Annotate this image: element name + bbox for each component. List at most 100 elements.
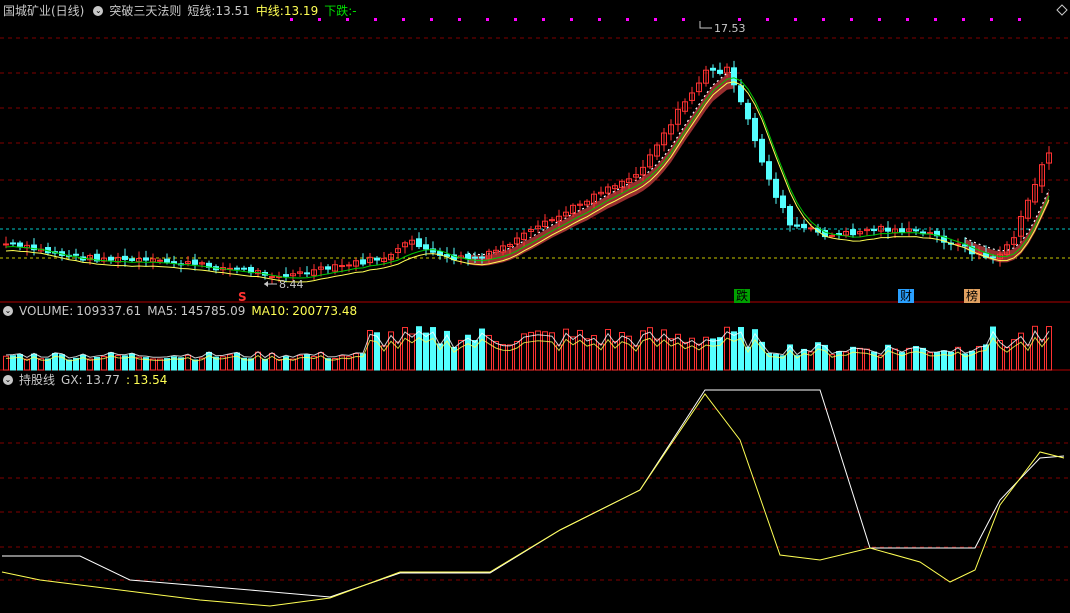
- candle-body: [241, 267, 247, 270]
- signal-dot: [934, 18, 937, 21]
- trend-band: [467, 71, 1050, 266]
- volume-label: VOLUME:: [19, 304, 74, 318]
- candle-body: [108, 256, 114, 261]
- volume-bar: [528, 331, 534, 371]
- candle-body: [360, 259, 366, 265]
- ma10-value: 200773.48: [292, 304, 358, 318]
- candle-body: [283, 274, 289, 277]
- high-annotation: 17.53: [699, 21, 746, 35]
- signal-dot: [654, 18, 657, 21]
- indicator-name[interactable]: 突破三天法则: [109, 3, 181, 19]
- candle-body: [836, 233, 842, 236]
- volume-bar: [206, 351, 212, 371]
- signal-dot: [430, 18, 433, 21]
- yellow-ma-line: [5, 81, 1050, 283]
- candle-body: [129, 258, 135, 261]
- low-price-label: 8.44: [279, 278, 304, 291]
- candle-body: [787, 206, 793, 226]
- ma10-label: MA10:: [251, 304, 290, 318]
- candle-body: [885, 227, 891, 232]
- candle-body: [850, 229, 856, 236]
- signal-dot: [850, 18, 853, 21]
- volume-bar: [731, 331, 737, 371]
- volume-bar: [542, 331, 548, 371]
- gx-separator: :: [125, 373, 130, 387]
- candle-body: [717, 69, 723, 74]
- signal-dot: [374, 18, 377, 21]
- candle-body: [339, 265, 345, 268]
- signal-dot: [990, 18, 993, 21]
- volume-bar: [836, 351, 842, 371]
- volume-bar: [822, 344, 828, 371]
- candle-body: [759, 138, 765, 163]
- candle-body: [423, 244, 429, 250]
- volume-bar: [423, 332, 429, 371]
- signal-dot: [486, 18, 489, 21]
- volume-bar: [976, 345, 982, 371]
- gx-label: GX:: [61, 373, 83, 387]
- settings-icon[interactable]: ⌄: [93, 6, 104, 16]
- ma5-value: 145785.09: [180, 304, 246, 318]
- volume-bar: [255, 351, 261, 371]
- volume-bar: [668, 338, 674, 371]
- candle-body: [73, 253, 79, 256]
- signal-dot: [962, 18, 965, 21]
- candle-body: [794, 224, 800, 227]
- volume-bar: [983, 344, 989, 371]
- short-label: 短线:: [187, 4, 216, 18]
- candle-body: [766, 161, 772, 180]
- volume-bar: [801, 348, 807, 371]
- cai-tag: 财: [898, 289, 915, 303]
- gx-settings-icon[interactable]: ⌄: [3, 375, 13, 385]
- volume-bars: [3, 325, 1052, 371]
- candle-body: [773, 178, 779, 198]
- candle-body: [3, 243, 9, 246]
- volume-bar: [367, 329, 373, 371]
- candle-body: [17, 242, 23, 247]
- signal-dot: [822, 18, 825, 21]
- die-tag: 跌: [734, 289, 751, 303]
- down-value: -: [352, 4, 357, 18]
- candle-body: [269, 276, 275, 279]
- candle-body: [346, 264, 352, 267]
- signal-dot: [766, 18, 769, 21]
- volume-bar: [710, 338, 716, 371]
- volume-header: ⌄ VOLUME: 109337.61 MA5: 145785.09 MA10:…: [0, 303, 363, 319]
- candle-body: [325, 266, 331, 270]
- short-value: 13.51: [215, 4, 250, 18]
- gx-white-line: [2, 389, 1065, 598]
- diamond-icon[interactable]: [1056, 4, 1068, 16]
- volume-bar: [682, 341, 688, 371]
- volume-bar: [955, 346, 961, 371]
- gx-name: 持股线: [19, 373, 56, 387]
- volume-settings-icon[interactable]: ⌄: [3, 306, 13, 316]
- gx-lines: [1, 389, 1065, 607]
- candle-body: [122, 255, 128, 260]
- volume-bar: [514, 340, 520, 371]
- volume-bar: [318, 352, 324, 371]
- volume-bar: [703, 336, 709, 371]
- volume-bar: [430, 327, 436, 371]
- candle-body: [164, 258, 170, 263]
- candle-body: [143, 257, 149, 261]
- volume-bar: [1011, 339, 1017, 371]
- signal-dot: [794, 18, 797, 21]
- signal-dot: [626, 18, 629, 21]
- candle-body: [745, 102, 751, 120]
- signal-dot: [906, 18, 909, 21]
- trend-band-area: [468, 72, 734, 266]
- candle-body: [752, 117, 758, 142]
- signal-dot: [1018, 18, 1021, 21]
- signal-dot: [598, 18, 601, 21]
- stock-title[interactable]: 国城矿业(日线): [3, 3, 84, 19]
- volume-bar: [920, 347, 926, 371]
- signal-dot: [514, 18, 517, 21]
- candle-body: [899, 228, 905, 233]
- volume-bar: [941, 350, 947, 371]
- signal-dot: [878, 18, 881, 21]
- candle-body: [780, 195, 786, 209]
- signal-dot: [682, 18, 685, 21]
- candle-body: [990, 256, 996, 259]
- candle-body: [738, 85, 744, 103]
- volume-bar: [507, 344, 513, 371]
